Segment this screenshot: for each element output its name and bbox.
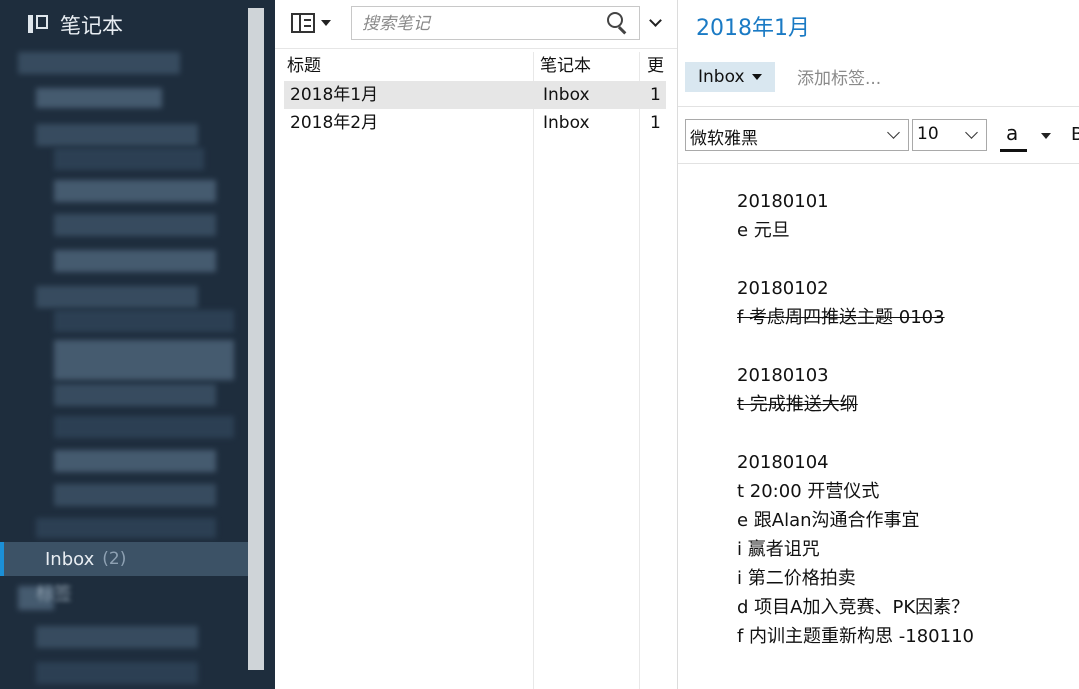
chevron-down-icon bbox=[751, 74, 762, 80]
obscured-item[interactable] bbox=[36, 662, 198, 684]
obscured-item[interactable] bbox=[18, 52, 180, 74]
sidebar-item-count: (2) bbox=[102, 549, 127, 569]
obscured-item[interactable] bbox=[54, 180, 216, 202]
note-line: 20180101 bbox=[737, 191, 829, 212]
obscured-item[interactable] bbox=[54, 310, 234, 332]
note-notebook-cell: Inbox bbox=[543, 85, 590, 105]
font-size-select[interactable]: 10 bbox=[912, 119, 987, 151]
note-line: t 20:00 开营仪式 bbox=[737, 481, 880, 502]
note-line: e 跟Alan沟通合作事宜 bbox=[737, 510, 920, 531]
search-options-chevron-icon[interactable] bbox=[649, 16, 663, 30]
formatting-toolbar: 微软雅黑 10 a B bbox=[678, 106, 1079, 164]
notebooks-header[interactable]: 笔记本 bbox=[28, 8, 123, 42]
note-line: i 赢者诅咒 bbox=[737, 539, 820, 560]
obscured-item[interactable] bbox=[54, 484, 216, 506]
font-color-button[interactable]: a bbox=[1000, 121, 1028, 153]
font-family-value: 微软雅黑 bbox=[690, 129, 758, 149]
search-box bbox=[351, 6, 640, 40]
note-line: e 元旦 bbox=[737, 220, 790, 241]
note-notebook-cell: Inbox bbox=[543, 113, 590, 133]
column-updated[interactable]: 更 bbox=[647, 52, 664, 80]
note-body[interactable]: 20180101 e 元旦 20180102 f 考虑周四推送主题 0103 20180… bbox=[737, 187, 1077, 651]
obscured-item[interactable] bbox=[36, 518, 216, 538]
note-title-cell: 2018年2月 bbox=[290, 113, 379, 133]
sidebar-item-inbox[interactable]: Inbox (2) bbox=[0, 542, 248, 576]
column-divider[interactable] bbox=[533, 52, 534, 689]
obscured-item[interactable] bbox=[54, 384, 216, 406]
bold-button[interactable]: B bbox=[1071, 124, 1079, 145]
note-editor: 2018年1月 Inbox 添加标签... 微软雅黑 10 a B 201801… bbox=[678, 0, 1079, 689]
search-input[interactable] bbox=[360, 11, 594, 37]
note-line: t 完成推送大纲 bbox=[737, 394, 858, 415]
list-view-icon bbox=[291, 13, 315, 33]
column-title[interactable]: 标题 bbox=[287, 52, 321, 80]
note-updated-cell: 1 bbox=[650, 85, 661, 105]
obscured-item[interactable] bbox=[54, 340, 234, 380]
selection-indicator bbox=[0, 542, 4, 576]
add-tag-input[interactable]: 添加标签... bbox=[797, 64, 881, 89]
view-options-button[interactable] bbox=[291, 10, 339, 36]
note-line: 20180103 bbox=[737, 365, 829, 386]
chevron-down-icon bbox=[965, 126, 978, 139]
table-row[interactable]: 2018年2月 Inbox 1 bbox=[284, 109, 666, 137]
chevron-down-icon bbox=[887, 126, 900, 139]
obscured-item[interactable] bbox=[54, 250, 216, 272]
note-line: i 第二价格拍卖 bbox=[737, 568, 856, 589]
obscured-item[interactable] bbox=[36, 286, 198, 308]
obscured-item[interactable] bbox=[36, 88, 162, 108]
obscured-item[interactable] bbox=[54, 450, 216, 472]
note-title-cell: 2018年1月 bbox=[290, 85, 379, 105]
note-line: 20180104 bbox=[737, 452, 829, 473]
note-line: d 项目A加入竞赛、PK因素？ bbox=[737, 597, 970, 618]
note-title[interactable]: 2018年1月 bbox=[696, 10, 810, 42]
notebook-selector-label: Inbox bbox=[698, 67, 745, 87]
column-divider[interactable] bbox=[639, 52, 640, 689]
obscured-item[interactable] bbox=[54, 148, 204, 170]
obscured-item[interactable] bbox=[54, 416, 234, 438]
obscured-item[interactable] bbox=[36, 626, 198, 648]
notebooks-header-label: 笔记本 bbox=[60, 14, 123, 38]
note-list-pane: 标题 笔记本 更 2018年1月 Inbox 1 2018年2月 Inbox 1 bbox=[275, 0, 678, 689]
note-list-toolbar bbox=[275, 0, 677, 49]
obscured-item[interactable] bbox=[54, 214, 216, 236]
notebook-icon bbox=[28, 15, 50, 35]
note-line: f 考虑周四推送主题 0103 bbox=[737, 307, 945, 328]
note-line: f 内训主题重新构思 -180110 bbox=[737, 626, 974, 647]
column-notebook[interactable]: 笔记本 bbox=[540, 52, 591, 80]
note-line: 20180102 bbox=[737, 278, 829, 299]
chevron-down-icon bbox=[321, 20, 331, 26]
note-list-header: 标题 笔记本 更 bbox=[275, 52, 677, 80]
font-color-dropdown-icon[interactable] bbox=[1041, 133, 1051, 139]
notebook-selector[interactable]: Inbox bbox=[685, 62, 775, 92]
font-family-select[interactable]: 微软雅黑 bbox=[685, 119, 909, 151]
font-color-letter: a bbox=[1006, 121, 1019, 145]
table-row[interactable]: 2018年1月 Inbox 1 bbox=[284, 81, 666, 109]
obscured-item[interactable] bbox=[36, 124, 198, 146]
font-size-value: 10 bbox=[917, 124, 939, 144]
tags-header[interactable]: 标签 bbox=[36, 580, 72, 606]
sidebar-scrollbar[interactable] bbox=[248, 8, 264, 670]
sidebar: 笔记本 Inbox (2) 标签 bbox=[0, 0, 275, 689]
search-icon[interactable] bbox=[607, 12, 629, 35]
note-updated-cell: 1 bbox=[650, 113, 661, 133]
font-color-swatch bbox=[1000, 149, 1027, 152]
sidebar-item-label: Inbox bbox=[45, 548, 95, 570]
